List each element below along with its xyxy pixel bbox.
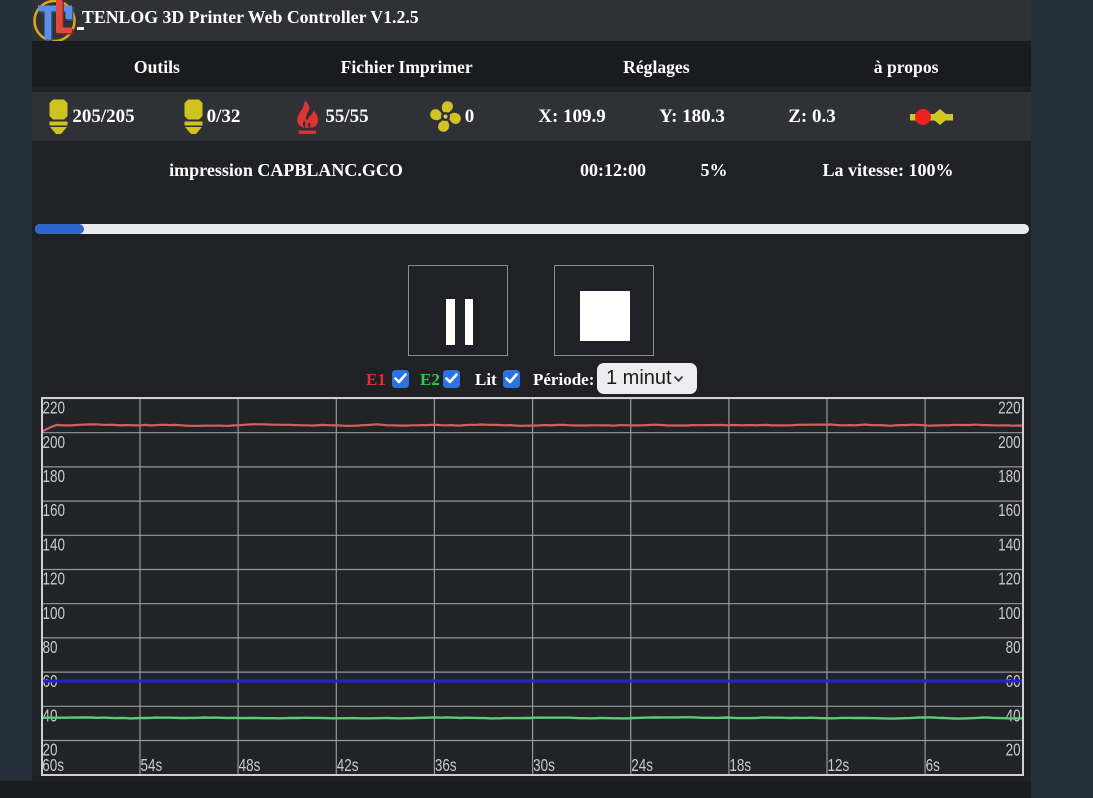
svg-text:40: 40 <box>1006 707 1021 726</box>
svg-text:80: 80 <box>43 638 58 657</box>
svg-text:120: 120 <box>43 570 66 589</box>
svg-text:180: 180 <box>998 467 1021 486</box>
svg-text:120: 120 <box>998 570 1021 589</box>
svg-text:200: 200 <box>43 433 66 452</box>
svg-text:30s: 30s <box>533 756 555 775</box>
svg-text:12s: 12s <box>828 756 850 775</box>
svg-text:80: 80 <box>1006 638 1021 657</box>
svg-text:40: 40 <box>43 707 58 726</box>
svg-text:54s: 54s <box>141 756 163 775</box>
svg-text:220: 220 <box>43 399 66 418</box>
svg-text:100: 100 <box>43 604 66 623</box>
svg-text:140: 140 <box>998 536 1021 555</box>
svg-text:100: 100 <box>998 604 1021 623</box>
svg-text:140: 140 <box>43 536 66 555</box>
svg-text:60s: 60s <box>42 756 64 775</box>
svg-text:160: 160 <box>998 501 1021 520</box>
svg-text:6s: 6s <box>926 756 940 775</box>
svg-text:42s: 42s <box>337 756 359 775</box>
svg-text:180: 180 <box>43 467 66 486</box>
svg-text:200: 200 <box>998 433 1021 452</box>
svg-text:18s: 18s <box>729 756 751 775</box>
svg-text:160: 160 <box>43 501 66 520</box>
svg-text:220: 220 <box>998 399 1021 418</box>
svg-text:36s: 36s <box>435 756 457 775</box>
svg-text:48s: 48s <box>239 756 261 775</box>
svg-text:24s: 24s <box>631 756 653 775</box>
svg-text:20: 20 <box>1006 741 1021 760</box>
